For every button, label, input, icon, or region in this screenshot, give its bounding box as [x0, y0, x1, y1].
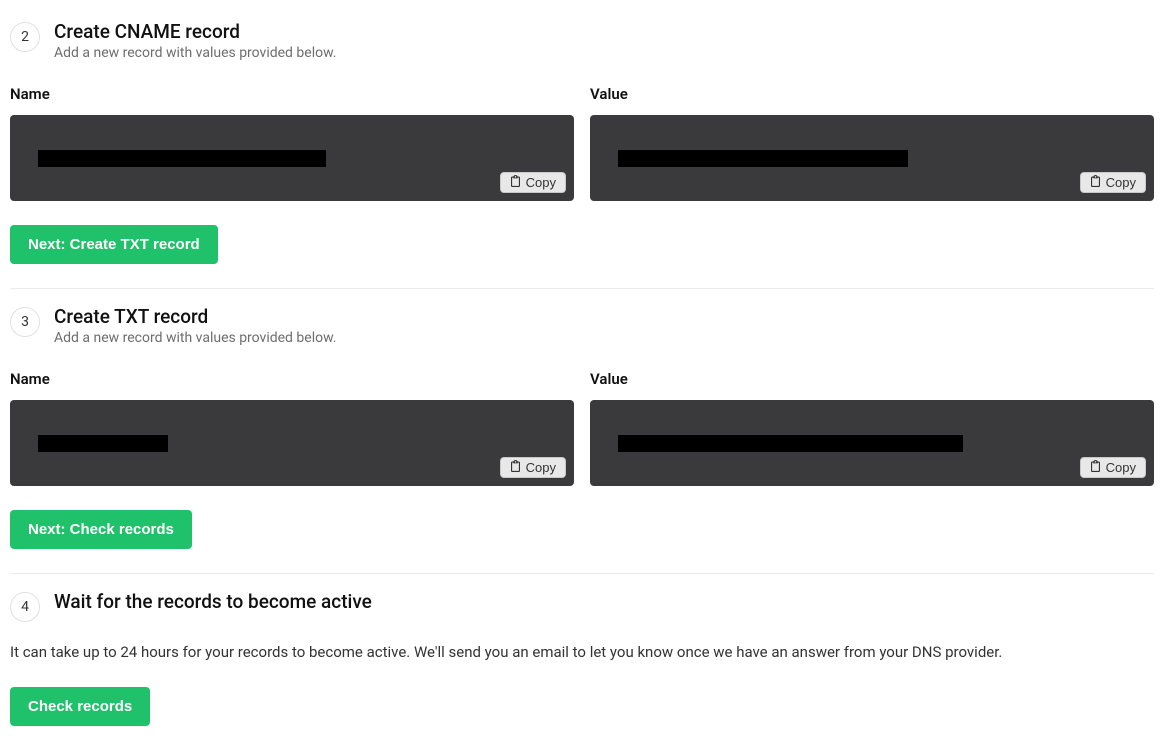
next-check-records-button[interactable]: Next: Check records	[10, 510, 192, 549]
step-3-header: 3 Create TXT record Add a new record wit…	[10, 305, 1154, 346]
step-3-name-copy-button[interactable]: Copy	[500, 457, 566, 478]
step-3-number-badge: 3	[10, 307, 40, 337]
step-4-title: Wait for the records to become active	[54, 590, 372, 613]
step-2-value-label: Value	[590, 85, 1154, 103]
clipboard-icon	[1090, 175, 1101, 190]
step-3-value-value-block: Copy	[590, 400, 1154, 486]
clipboard-icon	[1090, 460, 1101, 475]
step-3-title: Create TXT record	[54, 305, 336, 328]
step-2-header: 2 Create CNAME record Add a new record w…	[10, 20, 1154, 61]
step-2-value-value-block: Copy	[590, 115, 1154, 201]
step-2-value-value-redacted	[618, 150, 908, 167]
copy-button-label: Copy	[526, 460, 556, 475]
step-3-name-label: Name	[10, 370, 574, 388]
step-4-body-text: It can take up to 24 hours for your reco…	[10, 642, 1154, 663]
copy-button-label: Copy	[1106, 460, 1136, 475]
step-3-name-value-redacted	[38, 435, 168, 452]
step-2-title: Create CNAME record	[54, 20, 336, 43]
step-2-name-label: Name	[10, 85, 574, 103]
step-3-subtitle: Add a new record with values provided be…	[54, 330, 336, 346]
step-3-value-copy-button[interactable]: Copy	[1080, 457, 1146, 478]
copy-button-label: Copy	[526, 175, 556, 190]
step-3-name-value-block: Copy	[10, 400, 574, 486]
step-2-name-value-redacted	[38, 150, 326, 167]
check-records-button[interactable]: Check records	[10, 687, 150, 726]
copy-button-label: Copy	[1106, 175, 1136, 190]
next-create-txt-record-button[interactable]: Next: Create TXT record	[10, 225, 218, 264]
step-4-header: 4 Wait for the records to become active	[10, 590, 1154, 622]
divider	[10, 288, 1154, 289]
clipboard-icon	[510, 460, 521, 475]
clipboard-icon	[510, 175, 521, 190]
step-4-number-badge: 4	[10, 592, 40, 622]
step-2-number-badge: 2	[10, 22, 40, 52]
step-2-subtitle: Add a new record with values provided be…	[54, 45, 336, 61]
step-3-value-label: Value	[590, 370, 1154, 388]
step-3-value-value-redacted	[618, 435, 963, 452]
divider	[10, 573, 1154, 574]
step-2-value-copy-button[interactable]: Copy	[1080, 172, 1146, 193]
step-2-name-value-block: Copy	[10, 115, 574, 201]
step-2-name-copy-button[interactable]: Copy	[500, 172, 566, 193]
